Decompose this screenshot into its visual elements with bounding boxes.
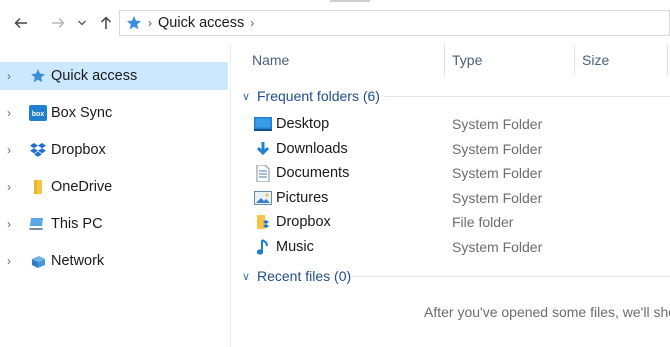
group-label: Recent files (0) <box>257 268 352 284</box>
title-strip <box>0 0 670 4</box>
breadcrumb-separator[interactable]: › <box>148 16 152 30</box>
item-type: System Folder <box>452 190 543 206</box>
sidebar-item-onedrive[interactable]: › OneDrive <box>0 173 228 201</box>
arrow-up-icon <box>100 16 112 29</box>
recent-locations-button[interactable] <box>72 11 92 35</box>
sidebar-item-label: This PC <box>51 216 103 232</box>
chevron-right-icon[interactable]: › <box>7 143 19 157</box>
sidebar-item-label: OneDrive <box>51 179 113 195</box>
arrow-left-icon <box>14 17 27 29</box>
svg-text:box: box <box>32 111 45 118</box>
folder-icon <box>28 177 48 197</box>
chevron-right-icon[interactable]: › <box>7 106 19 120</box>
star-icon <box>28 66 48 86</box>
pictures-icon <box>254 189 272 207</box>
music-icon <box>254 238 272 256</box>
column-divider[interactable] <box>574 44 575 76</box>
item-name: Dropbox <box>276 214 331 230</box>
box-icon: box <box>28 103 48 123</box>
column-divider[interactable] <box>667 44 668 76</box>
chevron-down-icon[interactable]: ∨ <box>242 90 254 103</box>
chevron-right-icon[interactable]: › <box>7 254 19 268</box>
desktop-icon <box>254 115 272 133</box>
download-icon <box>254 140 272 158</box>
list-item[interactable]: Documents System Folder <box>232 161 670 185</box>
column-header-name[interactable]: Name <box>252 44 289 76</box>
chevron-right-icon[interactable]: › <box>7 69 19 83</box>
sidebar-item-quick-access[interactable]: › Quick access <box>0 62 228 90</box>
dropbox-folder-icon <box>254 213 272 231</box>
item-type: System Folder <box>452 116 543 132</box>
column-header-type[interactable]: Type <box>452 44 482 76</box>
title-strip-mark <box>330 0 370 2</box>
item-name: Music <box>276 239 314 255</box>
sidebar-item-label: Dropbox <box>51 142 106 158</box>
empty-state-message: After you've opened some files, we'll sh… <box>424 304 670 320</box>
network-icon <box>28 251 48 271</box>
computer-icon <box>28 214 48 234</box>
item-name: Documents <box>276 165 350 181</box>
chevron-down-icon <box>78 20 86 26</box>
sidebar-item-box-sync[interactable]: › box Box Sync <box>0 99 228 127</box>
sidebar-item-label: Network <box>51 253 105 269</box>
list-item[interactable]: Pictures System Folder <box>232 186 670 210</box>
dropbox-icon <box>28 140 48 160</box>
back-button[interactable] <box>9 11 33 35</box>
arrow-right-icon <box>52 17 65 29</box>
sidebar-item-network[interactable]: › Network <box>0 247 228 275</box>
item-name: Downloads <box>276 141 348 157</box>
group-divider <box>385 96 670 97</box>
star-icon <box>126 15 142 31</box>
item-type: System Folder <box>452 239 543 255</box>
forward-button[interactable] <box>46 11 70 35</box>
chevron-right-icon[interactable]: › <box>7 217 19 231</box>
item-type: File folder <box>452 214 514 230</box>
list-item[interactable]: Music System Folder <box>232 235 670 259</box>
column-divider[interactable] <box>444 44 445 76</box>
chevron-down-icon[interactable]: ∨ <box>242 270 254 283</box>
item-type: System Folder <box>452 165 543 181</box>
item-name: Desktop <box>276 116 330 132</box>
navigation-pane: › Quick access › box Box Sync › Dropbox … <box>0 44 231 347</box>
group-header-frequent-folders[interactable]: ∨ Frequent folders (6) <box>232 85 670 107</box>
address-bar[interactable]: › Quick access › <box>119 10 670 36</box>
item-type: System Folder <box>452 141 543 157</box>
list-item[interactable]: Dropbox File folder <box>232 210 670 234</box>
breadcrumb-separator[interactable]: › <box>250 16 254 30</box>
sidebar-item-label: Box Sync <box>51 105 113 121</box>
up-button[interactable] <box>94 11 118 35</box>
group-divider <box>352 276 670 277</box>
breadcrumb-quick-access[interactable]: Quick access <box>158 15 244 31</box>
sidebar-item-this-pc[interactable]: › This PC <box>0 210 228 238</box>
group-header-recent-files[interactable]: ∨ Recent files (0) <box>232 265 670 287</box>
chevron-right-icon[interactable]: › <box>7 180 19 194</box>
document-icon <box>254 164 272 182</box>
list-item[interactable]: Desktop System Folder <box>232 112 670 136</box>
file-list-pane: Name Type Size ∨ Frequent folders (6) De… <box>232 44 670 347</box>
list-item[interactable]: Downloads System Folder <box>232 137 670 161</box>
navigation-bar: › Quick access › <box>0 5 670 41</box>
column-header-size[interactable]: Size <box>582 44 609 76</box>
sidebar-item-label: Quick access <box>51 68 138 84</box>
group-label: Frequent folders (6) <box>257 88 380 104</box>
item-name: Pictures <box>276 190 329 206</box>
sidebar-item-dropbox[interactable]: › Dropbox <box>0 136 228 164</box>
